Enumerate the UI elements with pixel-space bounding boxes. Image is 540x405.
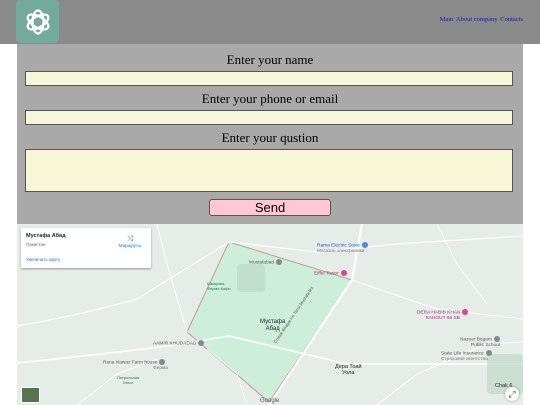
- openai-knot-icon: [26, 8, 49, 35]
- attraction-pin-icon: [340, 270, 347, 276]
- map-place-country: Пакистан: [26, 242, 46, 247]
- contact-form: Enter your name Enter your phone or emai…: [17, 44, 523, 224]
- question-label: Enter your qustion: [221, 130, 319, 145]
- question-textarea[interactable]: [25, 149, 513, 192]
- map-embed[interactable]: Мустафа Абад Пакистан Увеличить карту ⤨ …: [17, 224, 523, 405]
- store-pin-icon: [361, 242, 368, 248]
- map-info-card: Мустафа Абад Пакистан Увеличить карту ⤨ …: [21, 228, 151, 268]
- google-logo: Google: [260, 398, 280, 404]
- map-place-title: Мустафа Абад: [26, 233, 66, 239]
- map-poi-eiffel[interactable]: Eiffel Tower: [314, 270, 347, 277]
- attraction-pin-icon: [462, 309, 469, 315]
- nav-link-main[interactable]: Main: [440, 16, 454, 23]
- map-poi-state-life[interactable]: State Life Insurance Страховое агентство: [441, 350, 492, 362]
- name-label: Enter your name: [226, 52, 314, 67]
- nav-link-about[interactable]: About company: [456, 16, 498, 23]
- send-button[interactable]: Send: [209, 199, 331, 216]
- school-pin-icon: [494, 336, 500, 342]
- map-poi-nazeer[interactable]: Nazeer Begum Public School: [460, 336, 500, 348]
- map-poi-farm[interactable]: Шмарова Ферма Кафи: [207, 281, 231, 291]
- map-label-aamir[interactable]: AAMIR KHUDADAD: [153, 340, 205, 347]
- directions-button[interactable]: ⤨ Маршруты: [115, 234, 145, 248]
- contact-input[interactable]: [25, 110, 513, 125]
- map-poi-rana[interactable]: Rana Nawaz Farm house Ферма: [103, 359, 168, 371]
- map-label-mustafabad[interactable]: Mustafabad: [249, 259, 283, 266]
- top-nav: Main About company Contacts: [439, 16, 523, 23]
- name-input[interactable]: [25, 71, 513, 86]
- contact-label: Enter your phone or email: [201, 91, 339, 106]
- satellite-toggle[interactable]: [21, 387, 40, 403]
- openai-logo-icon[interactable]: [16, 0, 59, 43]
- place-pin-icon: [198, 340, 205, 346]
- map-poi-petrol[interactable]: Петрольная Мясо: [117, 375, 139, 385]
- place-pin-icon: [159, 359, 166, 365]
- map-poi-rama[interactable]: Rama Electric Store Магазин электроники: [317, 242, 368, 254]
- place-pin-icon: [276, 259, 283, 265]
- directions-label: Маршруты: [118, 243, 142, 248]
- enlarge-map-link[interactable]: Увеличить карту: [26, 257, 60, 262]
- directions-icon: ⤨: [126, 234, 134, 243]
- header-bar: Main About company Contacts: [0, 0, 540, 44]
- map-poi-dera-habib[interactable]: DERA HABIB KHAN KAHOUT 66 SB: [417, 309, 469, 321]
- map-label-dera-toay: Дера Тоай Уола: [335, 364, 362, 376]
- nav-link-contacts[interactable]: Contacts: [500, 16, 523, 23]
- fullscreen-icon[interactable]: ⤢: [505, 387, 519, 401]
- place-pin-icon: [485, 350, 492, 356]
